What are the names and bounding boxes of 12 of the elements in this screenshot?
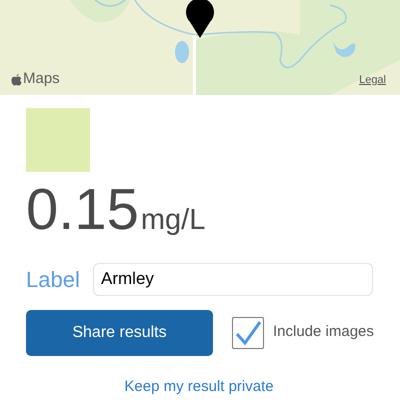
label-caption: Label: [26, 266, 81, 294]
maps-logo-text: Maps: [23, 69, 60, 89]
share-results-button[interactable]: Share results: [26, 310, 213, 356]
include-images-checkbox[interactable]: [232, 316, 264, 348]
legal-link[interactable]: Legal: [359, 72, 386, 88]
label-input-field[interactable]: Armley: [93, 262, 373, 296]
include-images-label: Include images: [273, 322, 374, 342]
result-unit: mg/L: [140, 203, 206, 238]
result-value: 0.15: [26, 178, 139, 242]
apple-logo-icon: [11, 72, 22, 86]
map-pin-icon: [186, 0, 214, 38]
keep-private-link[interactable]: Keep my result private: [124, 376, 274, 398]
